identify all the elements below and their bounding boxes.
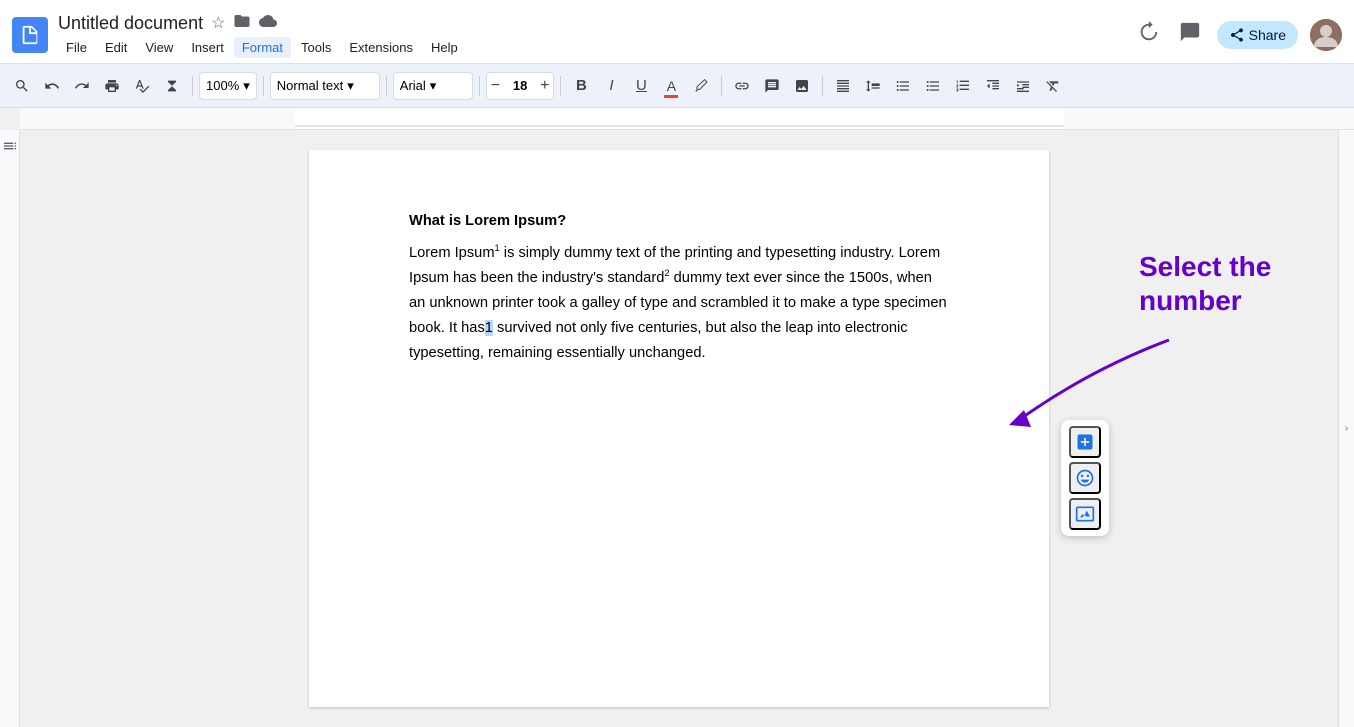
indent-decrease-btn[interactable] [979, 72, 1007, 100]
title-bar: Untitled document ☆ File Edit View Inser… [0, 0, 1354, 64]
menu-insert[interactable]: Insert [183, 37, 232, 58]
doc-area[interactable]: What is Lorem Ipsum? Lorem Ipsum1 is sim… [20, 130, 1338, 727]
insert-comment-btn[interactable] [758, 72, 786, 100]
search-btn[interactable] [8, 72, 36, 100]
avatar[interactable] [1310, 19, 1342, 51]
sep4 [479, 76, 480, 96]
text-color-indicator [664, 95, 678, 98]
menu-format[interactable]: Format [234, 37, 291, 58]
bold-btn[interactable]: B [567, 72, 595, 100]
font-size-decrease[interactable]: − [487, 77, 504, 95]
ruler [20, 108, 1354, 130]
folder-icon[interactable] [233, 12, 251, 35]
font-size-value[interactable]: 18 [504, 78, 536, 93]
italic-btn[interactable]: I [597, 72, 625, 100]
page: What is Lorem Ipsum? Lorem Ipsum1 is sim… [309, 150, 1049, 707]
indent-increase-btn[interactable] [1009, 72, 1037, 100]
float-emoji-btn[interactable] [1069, 462, 1101, 494]
paint-format-btn[interactable] [158, 72, 186, 100]
float-add-btn[interactable] [1069, 426, 1101, 458]
doc-title[interactable]: Untitled document [58, 13, 203, 34]
font-size-box: − 18 + [486, 72, 555, 100]
docs-icon [12, 17, 48, 53]
cloud-icon [259, 12, 277, 35]
menu-file[interactable]: File [58, 37, 95, 58]
sep1 [192, 76, 193, 96]
redo-btn[interactable] [68, 72, 96, 100]
align-btn[interactable] [829, 72, 857, 100]
menu-view[interactable]: View [137, 37, 181, 58]
style-dropdown-icon: ▾ [347, 78, 354, 94]
font-size-increase[interactable]: + [536, 77, 553, 95]
highlight-btn[interactable] [687, 72, 715, 100]
selected-number: 1 [485, 320, 493, 336]
insert-image-btn[interactable] [788, 72, 816, 100]
menu-edit[interactable]: Edit [97, 37, 135, 58]
sep5 [560, 76, 561, 96]
style-value: Normal text [277, 78, 343, 93]
outline-icon[interactable] [2, 138, 18, 159]
menu-bar: File Edit View Insert Format Tools Exten… [58, 37, 1133, 58]
link-btn[interactable] [728, 72, 756, 100]
right-collapse-btn[interactable]: › [1338, 130, 1354, 727]
share-label: Share [1249, 27, 1286, 43]
zoom-dropdown-icon: ▾ [243, 78, 250, 94]
clear-format-btn[interactable] [1039, 72, 1067, 100]
numbered-list-btn[interactable] [949, 72, 977, 100]
collapse-icon: › [1345, 423, 1348, 434]
font-select[interactable]: Arial ▾ [393, 72, 473, 100]
spell-btn[interactable] [128, 72, 156, 100]
history-icon[interactable] [1133, 17, 1163, 53]
undo-btn[interactable] [38, 72, 66, 100]
checklist-btn[interactable] [889, 72, 917, 100]
left-panel [0, 130, 20, 727]
para-lorem: Lorem Ipsum [409, 245, 495, 261]
sep2 [263, 76, 264, 96]
underline-btn[interactable]: U [627, 72, 655, 100]
annotation-line1: Select the [1139, 251, 1271, 282]
print-btn[interactable] [98, 72, 126, 100]
menu-extensions[interactable]: Extensions [341, 37, 421, 58]
annotation-line2: number [1139, 285, 1242, 316]
menu-tools[interactable]: Tools [293, 37, 339, 58]
style-select[interactable]: Normal text ▾ [270, 72, 380, 100]
annotation: Select the number [1139, 250, 1338, 317]
toolbar: 100% ▾ Normal text ▾ Arial ▾ − 18 + B I … [0, 64, 1354, 108]
bullet-list-btn[interactable] [919, 72, 947, 100]
font-value: Arial [400, 78, 426, 93]
main-area: What is Lorem Ipsum? Lorem Ipsum1 is sim… [0, 130, 1354, 727]
sep3 [386, 76, 387, 96]
page-paragraph: Lorem Ipsum1 is simply dummy text of the… [409, 241, 949, 366]
font-dropdown-icon: ▾ [430, 78, 437, 94]
menu-help[interactable]: Help [423, 37, 466, 58]
ruler-inner [295, 108, 1064, 129]
floating-toolbar [1061, 420, 1109, 536]
page-content: What is Lorem Ipsum? Lorem Ipsum1 is sim… [409, 210, 949, 366]
title-area: Untitled document ☆ File Edit View Inser… [58, 12, 1133, 58]
sep7 [822, 76, 823, 96]
share-button[interactable]: Share [1217, 21, 1298, 49]
float-image-btn[interactable] [1069, 498, 1101, 530]
page-heading: What is Lorem Ipsum? [409, 210, 949, 233]
line-spacing-btn[interactable] [859, 72, 887, 100]
zoom-value: 100% [206, 78, 239, 93]
sep6 [721, 76, 722, 96]
header-right: Share [1133, 17, 1342, 53]
annotation-text: Select the number [1139, 250, 1338, 317]
comment-icon[interactable] [1175, 17, 1205, 53]
zoom-select[interactable]: 100% ▾ [199, 72, 257, 100]
text-color-btn[interactable]: A [657, 72, 685, 100]
star-icon[interactable]: ☆ [211, 13, 225, 33]
